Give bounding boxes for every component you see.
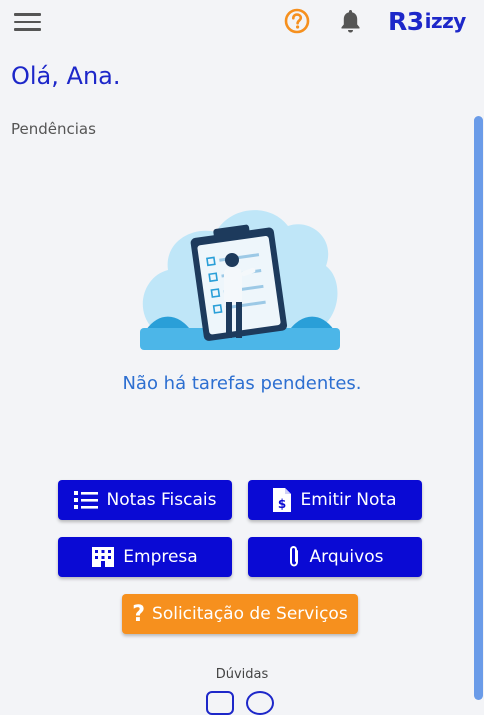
arquivos-button[interactable]: Arquivos xyxy=(248,537,422,577)
question-mark-icon: ? xyxy=(132,601,146,627)
empresa-label: Empresa xyxy=(123,547,198,567)
hamburger-menu-icon[interactable] xyxy=(14,13,41,33)
emitir-nota-label: Emitir Nota xyxy=(300,490,397,510)
help-chat-icon[interactable] xyxy=(206,691,234,715)
bell-icon[interactable] xyxy=(338,8,363,34)
paperclip-icon xyxy=(289,545,298,567)
notas-fiscais-label: Notas Fiscais xyxy=(106,490,217,510)
help-phone-icon[interactable] xyxy=(246,691,274,715)
greeting-heading: Olá, Ana. xyxy=(11,62,121,90)
invoice-dollar-icon: $ xyxy=(273,488,292,512)
empty-tasks-message: Não há tarefas pendentes. xyxy=(122,373,362,394)
building-icon xyxy=(92,547,115,567)
empty-tasks-illustration xyxy=(140,210,340,350)
list-icon xyxy=(73,491,98,509)
svg-text:$: $ xyxy=(278,497,286,511)
question-circle-icon[interactable] xyxy=(284,8,310,34)
top-bar: R3 izzy xyxy=(0,0,484,44)
solicitacao-servicos-label: Solicitação de Serviços xyxy=(152,604,348,624)
duvidas-label: Dúvidas xyxy=(215,667,269,682)
empresa-button[interactable]: Empresa xyxy=(58,537,232,577)
emitir-nota-button[interactable]: $ Emitir Nota xyxy=(248,480,422,520)
r3izzy-logo[interactable]: R3 izzy xyxy=(388,6,466,36)
solicitacao-servicos-button[interactable]: ? Solicitação de Serviços xyxy=(122,594,358,634)
notas-fiscais-button[interactable]: Notas Fiscais xyxy=(58,480,232,520)
pendencias-section-label: Pendências xyxy=(11,120,96,138)
arquivos-label: Arquivos xyxy=(309,547,384,567)
scrollbar[interactable] xyxy=(474,116,483,700)
